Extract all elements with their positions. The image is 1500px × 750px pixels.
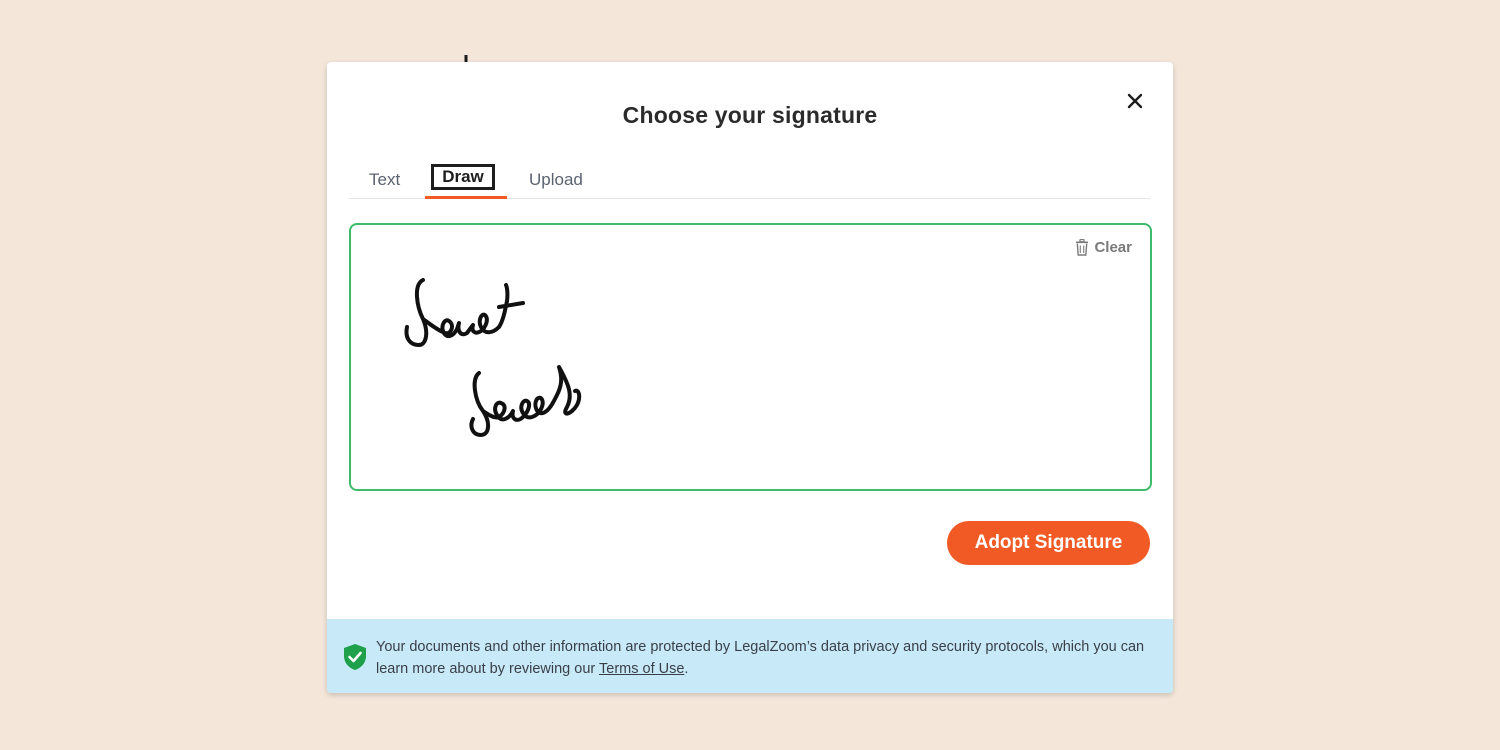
clear-label: Clear xyxy=(1094,239,1132,256)
close-icon xyxy=(1127,93,1143,109)
tab-text[interactable]: Text xyxy=(369,170,400,190)
active-tab-indicator xyxy=(425,196,507,199)
privacy-text-before: Your documents and other information are… xyxy=(376,639,1145,677)
close-button[interactable] xyxy=(1121,87,1149,115)
handwritten-signature xyxy=(404,278,582,437)
page: Choose your signature Text Draw Upload C… xyxy=(0,0,1500,750)
adopt-signature-button[interactable]: Adopt Signature xyxy=(947,521,1150,565)
clear-button[interactable]: Clear xyxy=(1075,239,1132,256)
privacy-notice: Your documents and other information are… xyxy=(327,619,1173,693)
signature-draw-canvas[interactable]: Clear xyxy=(349,223,1152,491)
tab-upload[interactable]: Upload xyxy=(529,170,583,190)
modal-title: Choose your signature xyxy=(622,102,878,128)
terms-of-use-link[interactable]: Terms of Use xyxy=(599,661,684,677)
shield-check-icon xyxy=(344,644,366,670)
tab-draw[interactable]: Draw xyxy=(431,164,495,190)
signature-tabs: Text Draw Upload xyxy=(349,164,1150,199)
signature-modal: Choose your signature Text Draw Upload C… xyxy=(327,62,1173,693)
privacy-text-after: . xyxy=(684,661,689,677)
trash-icon xyxy=(1076,239,1089,256)
privacy-notice-text: Your documents and other information are… xyxy=(376,636,1156,680)
